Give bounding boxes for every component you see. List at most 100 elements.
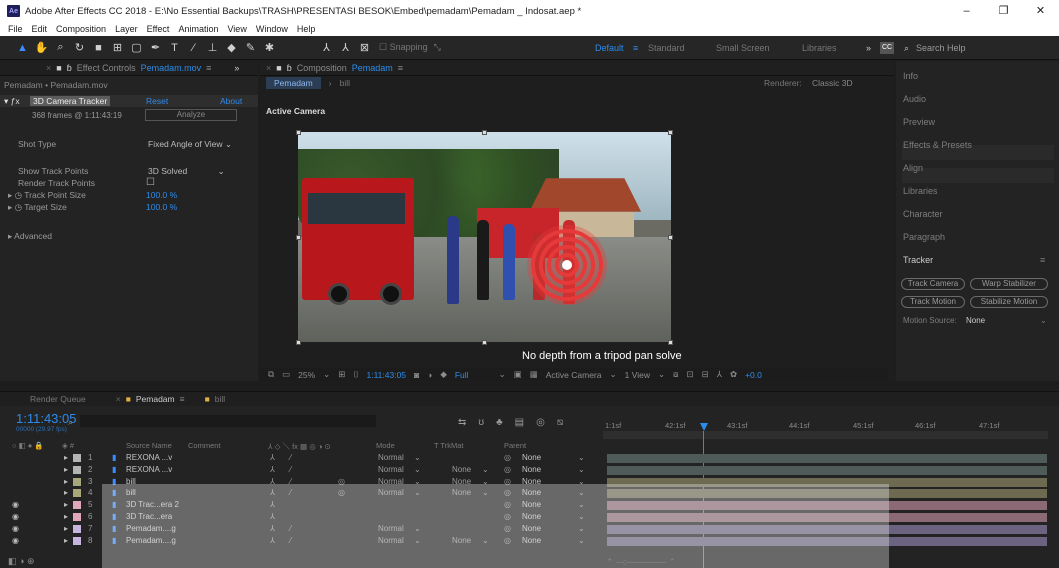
visibility-eye-icon[interactable]: ◉ [12, 512, 19, 521]
effect-fx-icon[interactable]: ▾ ƒx [4, 96, 20, 107]
roi-icon[interactable]: ▣ [514, 369, 522, 380]
layer-duration-bar[interactable] [607, 454, 1047, 463]
sync-settings-icon[interactable]: CC [880, 42, 895, 54]
3d-view-icon[interactable]: ⅄ [717, 369, 722, 380]
mode-header[interactable]: Mode [376, 441, 395, 450]
close-button[interactable]: ✕ [1022, 0, 1059, 22]
comp-subtab-bill[interactable]: bill [340, 78, 350, 88]
timeline-ruler[interactable]: 1:1sf 42:1sf 43:1sf 44:1sf 45:1sf 46:1sf… [603, 421, 1048, 439]
layer-handle[interactable] [668, 130, 673, 135]
shy-switch-icon[interactable]: ⅄ [270, 453, 275, 462]
zoom-dropdown[interactable]: 25% [298, 370, 315, 380]
label-color[interactable] [73, 489, 81, 498]
maximize-button[interactable]: ❐ [985, 0, 1022, 22]
workspace-small-screen[interactable]: Small Screen [716, 36, 770, 60]
tab-menu-icon[interactable]: ≡ [206, 63, 211, 73]
resolution-chevron-icon[interactable]: ⌄ [499, 369, 506, 380]
exposure-value[interactable]: +0.0 [745, 370, 762, 380]
mode-chevron-icon[interactable]: ⌄ [414, 453, 421, 462]
view-axis-icon[interactable]: ⊠ [356, 39, 373, 56]
layer-handle[interactable] [482, 130, 487, 135]
graph-editor-icon[interactable]: ⧅ [557, 417, 563, 428]
target-size-value[interactable]: 100.0 % [146, 202, 177, 212]
current-time[interactable]: 1:11:43:05 [366, 370, 406, 380]
visibility-eye-icon[interactable]: ◉ [12, 536, 19, 545]
fast-preview-icon[interactable]: ⊡ [687, 369, 694, 380]
panel-info[interactable]: Info [903, 71, 918, 81]
trkmat-dropdown[interactable]: None [452, 465, 471, 474]
label-color[interactable] [73, 536, 81, 545]
tab-menu-icon[interactable]: ≡ [180, 394, 185, 404]
layer-handle[interactable] [296, 130, 301, 135]
expand-arrow-icon[interactable]: ▸ [64, 488, 68, 497]
expand-arrow-icon[interactable]: ▸ [64, 536, 68, 545]
layer-name[interactable]: REXONA ...v [126, 453, 172, 462]
advanced-group[interactable]: ▸ Advanced [8, 231, 52, 242]
transparency-grid-icon[interactable]: ▦ [530, 369, 538, 380]
local-axis-icon[interactable]: ⅄ [318, 39, 335, 56]
menu-help[interactable]: Help [297, 24, 316, 34]
zoom-slider[interactable]: ⌃ ─○────── ⌃ [606, 557, 676, 568]
about-link[interactable]: About [220, 96, 242, 106]
label-color[interactable] [73, 477, 81, 486]
layer-handle[interactable] [482, 340, 487, 345]
label-color[interactable] [73, 524, 81, 533]
label-color[interactable] [73, 465, 81, 474]
stabilize-motion-button[interactable]: Stabilize Motion [970, 296, 1048, 308]
workspace-menu-icon[interactable]: ≡ [633, 36, 638, 60]
menu-edit[interactable]: Edit [32, 24, 48, 34]
timeline-search-input[interactable] [80, 415, 376, 427]
mode-dropdown[interactable]: Normal [378, 453, 404, 462]
close-tab-icon[interactable]: × [116, 394, 121, 404]
pickwhip-icon[interactable]: ◎ [504, 465, 511, 474]
parent-header[interactable]: Parent [504, 441, 526, 450]
layer-handle[interactable] [668, 340, 673, 345]
motion-blur-icon[interactable]: ◎ [536, 417, 545, 428]
mask-icon[interactable]: ⌷ [353, 369, 358, 380]
menu-window[interactable]: Window [256, 24, 288, 34]
pickwhip-icon[interactable]: ◎ [504, 453, 511, 462]
expand-arrow-icon[interactable]: ▸ [64, 477, 68, 486]
search-help-input[interactable]: Search Help [916, 36, 966, 60]
roto-brush-tool-icon[interactable]: ✎ [242, 39, 259, 56]
render-queue-tab[interactable]: Render Queue [30, 394, 86, 404]
parent-dropdown[interactable]: None [522, 465, 541, 474]
workspace-standard[interactable]: Standard [648, 36, 685, 60]
resolution-dropdown[interactable]: Full [455, 370, 469, 380]
layer-duration-bar[interactable] [607, 465, 1047, 475]
rotate-tool-icon[interactable]: ↻ [71, 39, 88, 56]
panel-character[interactable]: Character [903, 209, 943, 219]
panel-tracker[interactable]: Tracker [903, 255, 933, 265]
label-color[interactable] [73, 501, 81, 510]
pen-tool-icon[interactable]: ✒ [147, 39, 164, 56]
motion-source-dropdown[interactable]: None [966, 316, 985, 325]
shy-switch-icon[interactable]: ⅄ [270, 465, 275, 474]
trkmat-header[interactable]: T TrkMat [434, 441, 463, 450]
menu-animation[interactable]: Animation [178, 24, 218, 34]
visibility-eye-icon[interactable]: ◉ [12, 500, 19, 509]
selection-tool-icon[interactable]: ▲ [14, 39, 31, 56]
quality-switch-icon[interactable]: ⁄ [290, 453, 291, 462]
lock-icon[interactable]: ■ [56, 63, 61, 73]
parent-chevron-icon[interactable]: ⌄ [578, 465, 585, 474]
mode-chevron-icon[interactable]: ⌄ [414, 465, 421, 474]
region-icon[interactable]: ▭ [282, 369, 290, 380]
stopwatch-icon[interactable]: ◷ [15, 202, 22, 212]
resolution-icon[interactable]: ◆ [440, 369, 447, 380]
brush-tool-icon[interactable]: ⁄ [185, 39, 202, 56]
comment-header[interactable]: Comment [188, 441, 221, 450]
panel-paragraph[interactable]: Paragraph [903, 232, 945, 242]
camera-chevron-icon[interactable]: ⌄ [610, 369, 617, 380]
motion-source-chevron-icon[interactable]: ⌄ [1040, 316, 1047, 325]
parent-chevron-icon[interactable]: ⌄ [578, 453, 585, 462]
workspace-libraries[interactable]: Libraries [802, 36, 837, 60]
timeline-bottom-icons[interactable]: ◧ ◑ ⊕ [8, 556, 34, 567]
flowchart-icon[interactable]: ⊟ [702, 369, 709, 380]
expand-arrow-icon[interactable]: ▸ [64, 512, 68, 521]
mode-dropdown[interactable]: Normal [378, 465, 404, 474]
frame-blending-icon[interactable]: ▤ [515, 417, 524, 428]
hand-tool-icon[interactable]: ✋ [33, 39, 50, 56]
tracker-menu-icon[interactable]: ≡ [1040, 255, 1045, 265]
parent-dropdown[interactable]: None [522, 453, 541, 462]
camera-view-dropdown[interactable]: Active Camera [546, 370, 602, 380]
